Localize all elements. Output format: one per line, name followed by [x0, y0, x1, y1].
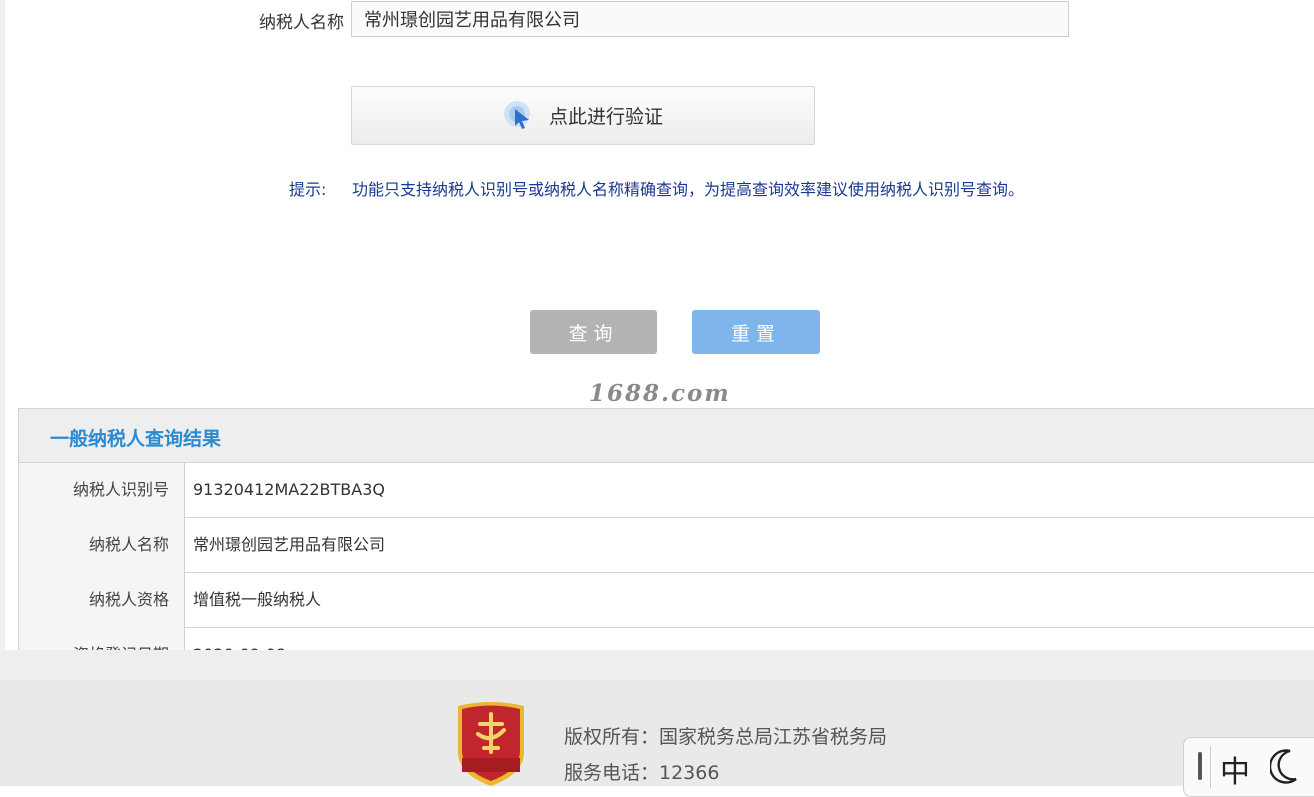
table-row: 纳税人名称 常州璟创园艺用品有限公司 — [18, 518, 1314, 573]
moon-icon[interactable] — [1268, 747, 1300, 787]
row-value: 2020-09-08 — [193, 628, 286, 650]
row-value: 91320412MA22BTBA3Q — [193, 480, 385, 499]
table-row: 资格登记日期 2020-09-08 — [18, 628, 1314, 650]
verify-label: 点此进行验证 — [548, 106, 663, 128]
verify-button[interactable]: 点此进行验证 — [351, 86, 815, 145]
left-edge — [0, 0, 5, 650]
row-label: 纳税人资格 — [18, 573, 185, 628]
row-label: 纳税人识别号 — [18, 463, 185, 518]
row-value: 常州璟创园艺用品有限公司 — [193, 535, 386, 554]
cursor-click-icon — [503, 100, 535, 132]
party-government-emblem-icon[interactable] — [454, 700, 528, 786]
result-header: 一般纳税人查询结果 — [18, 408, 1314, 463]
taxpayer-name-label: 纳税人名称 — [259, 13, 344, 33]
table-row: 纳税人资格 增值税一般纳税人 — [18, 573, 1314, 628]
result-table: 纳税人识别号 91320412MA22BTBA3Q 纳税人名称 常州璟创园艺用品… — [18, 463, 1314, 650]
row-value: 增值税一般纳税人 — [193, 590, 322, 609]
service-phone-text: 服务电话：12366 — [564, 762, 720, 784]
taxpayer-name-input[interactable] — [351, 1, 1069, 37]
ime-drag-handle[interactable] — [1198, 752, 1202, 780]
reset-button[interactable]: 重置 — [692, 310, 820, 354]
query-button[interactable]: 查询 — [530, 310, 657, 354]
result-title: 一般纳税人查询结果 — [50, 428, 222, 450]
hint-label: 提示: — [289, 180, 327, 199]
ime-divider — [1210, 746, 1211, 788]
watermark: 1688.com — [589, 380, 731, 407]
row-label: 纳税人名称 — [18, 518, 185, 573]
table-row: 纳税人识别号 91320412MA22BTBA3Q — [18, 463, 1314, 518]
copyright-text: 版权所有：国家税务总局江苏省税务局 — [564, 726, 888, 748]
ime-toolbar[interactable]: 中 — [1183, 737, 1314, 797]
ime-chinese-mode-button[interactable]: 中 — [1220, 747, 1250, 791]
row-label: 资格登记日期 — [18, 628, 185, 650]
content-footer-gap — [0, 650, 1314, 680]
hint-text: 功能只支持纳税人识别号或纳税人名称精确查询，为提高查询效率建议使用纳税人识别号查… — [352, 180, 1025, 199]
